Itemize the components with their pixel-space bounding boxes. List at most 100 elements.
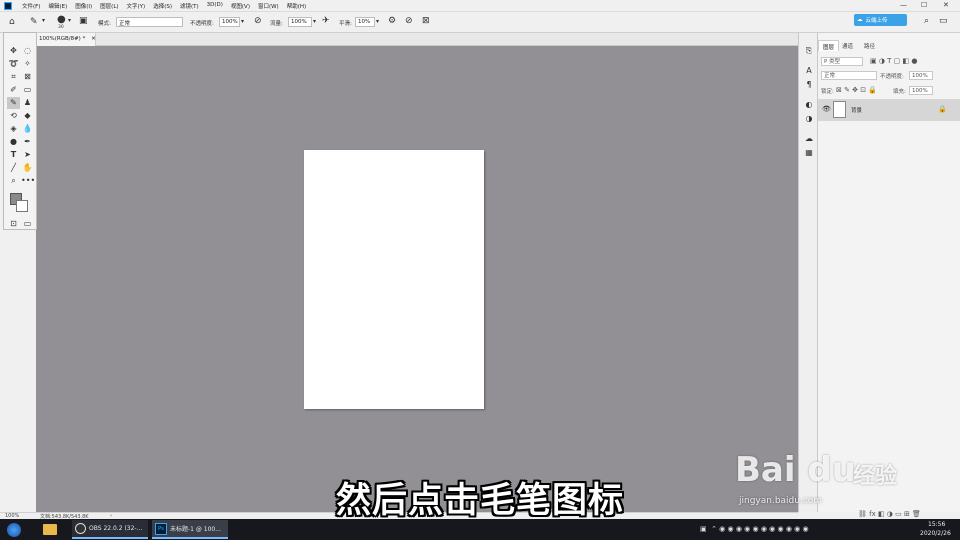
tab-paths[interactable]: 路径 bbox=[860, 40, 879, 51]
menu-help[interactable]: 帮助(H) bbox=[287, 2, 306, 10]
screen-mode-icon[interactable]: ▭ bbox=[21, 218, 34, 230]
menu-filter[interactable]: 滤镜(T) bbox=[180, 2, 199, 10]
frame-tool-icon[interactable]: ⊠ bbox=[21, 71, 34, 83]
brush-tool-icon[interactable]: ✎ bbox=[7, 97, 20, 109]
adjustments-panel-icon[interactable]: ◐ bbox=[803, 99, 815, 111]
gear-icon[interactable]: ⚙ bbox=[388, 16, 396, 26]
menu-select[interactable]: 选择(S) bbox=[153, 2, 172, 10]
layer-opacity-label: 不透明度: bbox=[880, 74, 904, 80]
history-brush-tool-icon[interactable]: ⟲ bbox=[7, 110, 20, 122]
lock-icons[interactable]: ⊠ ✎ ✥ ⊡ 🔒 bbox=[836, 86, 877, 94]
marquee-tool-icon[interactable]: ◌ bbox=[21, 45, 34, 57]
layer-opacity-input[interactable]: 100% bbox=[909, 71, 933, 80]
paragraph-panel-icon[interactable]: ¶ bbox=[803, 79, 815, 91]
symmetry-icon[interactable]: ⊠ bbox=[422, 16, 430, 26]
start-button[interactable] bbox=[4, 520, 24, 539]
menu-layer[interactable]: 图层(L) bbox=[100, 2, 118, 10]
cloud-upload-label: 云端上传 bbox=[865, 18, 888, 24]
menu-type[interactable]: 文字(Y) bbox=[127, 2, 146, 10]
path-select-tool-icon[interactable]: ➤ bbox=[21, 149, 34, 161]
brush-settings-icon[interactable]: ▣ bbox=[79, 16, 88, 26]
minimize-button[interactable]: — bbox=[900, 1, 907, 9]
eyedropper-tool-icon[interactable]: ✐ bbox=[7, 84, 20, 96]
maximize-button[interactable]: ☐ bbox=[921, 1, 927, 9]
taskbar-photoshop[interactable]: Ps 未标题-1 @ 100... bbox=[152, 520, 228, 539]
move-tool-icon[interactable]: ✥ bbox=[7, 45, 20, 57]
flow-input[interactable]: 100% bbox=[288, 17, 312, 27]
chevron-down-icon[interactable]: ▾ bbox=[241, 18, 244, 25]
filter-icons[interactable]: ▣ ◑ T ▢ ◧ ● bbox=[870, 57, 917, 65]
libraries-panel-icon[interactable]: ☁ bbox=[803, 133, 815, 145]
menu-bar: 文件(F) 编辑(E) 图像(I) 图层(L) 文字(Y) 选择(S) 滤镜(T… bbox=[0, 0, 960, 12]
lock-icon: 🔒 bbox=[938, 105, 947, 113]
swatches-panel-icon[interactable]: ▦ bbox=[803, 147, 815, 159]
close-window-button[interactable]: ✕ bbox=[943, 1, 949, 9]
quick-mask-icon[interactable]: ⊡ bbox=[7, 218, 20, 230]
tray-icons[interactable]: ▣ ⌃ ◉ ◉ ◉ ◉ ◉ ◉ ◉ ◉ ◉ ◉ ◉ bbox=[700, 525, 809, 533]
chevron-down-icon[interactable]: ▾ bbox=[42, 17, 45, 24]
patch-tool-icon[interactable]: ▭ bbox=[21, 84, 34, 96]
document-canvas[interactable] bbox=[304, 150, 484, 409]
opacity-input[interactable]: 100% bbox=[219, 17, 240, 27]
taskbar-photoshop-label: 未标题-1 @ 100... bbox=[170, 526, 221, 533]
windows-start-icon bbox=[7, 522, 21, 537]
watermark-url: jingyan.baidu.com bbox=[739, 496, 823, 506]
chevron-down-icon[interactable]: ▾ bbox=[376, 18, 379, 25]
color-panel-icon[interactable]: ◑ bbox=[803, 113, 815, 125]
home-icon[interactable]: ⌂ bbox=[9, 17, 15, 27]
tab-layers[interactable]: 图层 bbox=[818, 40, 840, 51]
mode-select[interactable]: 正常 bbox=[116, 17, 183, 27]
search-icon[interactable]: ⌕ bbox=[924, 16, 929, 26]
clock-time[interactable]: 15:56 bbox=[928, 521, 945, 528]
tab-channels[interactable]: 通道 bbox=[838, 40, 857, 51]
lasso-tool-icon[interactable]: ➰ bbox=[7, 58, 20, 70]
photoshop-logo-icon bbox=[4, 2, 12, 10]
fill-input[interactable]: 100% bbox=[909, 86, 933, 95]
type-tool-icon[interactable]: T bbox=[7, 149, 20, 161]
hand-tool-icon[interactable]: ✋ bbox=[21, 162, 34, 174]
file-explorer-button[interactable] bbox=[40, 520, 60, 539]
paint-bucket-tool-icon[interactable]: ◈ bbox=[7, 123, 20, 135]
taskbar-obs[interactable]: OBS 22.0.2 (32-... bbox=[72, 520, 148, 539]
menu-view[interactable]: 视图(V) bbox=[231, 2, 250, 10]
pen-tool-icon[interactable]: ✒ bbox=[21, 136, 34, 148]
magic-wand-tool-icon[interactable]: ✧ bbox=[21, 58, 34, 70]
workspace-icon[interactable]: ▭ bbox=[939, 16, 948, 26]
menu-file[interactable]: 文件(F) bbox=[22, 2, 40, 10]
menu-window[interactable]: 窗口(W) bbox=[258, 2, 279, 10]
history-panel-icon[interactable]: ⎘ bbox=[803, 45, 815, 57]
brush-tip-icon[interactable]: ● bbox=[57, 14, 66, 25]
cloud-icon: ☁ bbox=[857, 17, 863, 23]
lock-label: 锁定: bbox=[821, 89, 834, 95]
line-tool-icon[interactable]: ╱ bbox=[7, 162, 20, 174]
eraser-tool-icon[interactable]: ◆ bbox=[21, 110, 34, 122]
blur-tool-icon[interactable]: 💧 bbox=[21, 123, 34, 135]
brush-preset-icon[interactable]: ✎ bbox=[30, 17, 38, 27]
cloud-upload-button[interactable]: ☁ 云端上传 bbox=[854, 14, 907, 26]
layer-row[interactable]: 👁 背景 🔒 bbox=[818, 99, 960, 121]
dodge-tool-icon[interactable]: ● bbox=[7, 136, 20, 148]
menu-edit[interactable]: 编辑(E) bbox=[48, 2, 67, 10]
crop-tool-icon[interactable]: ⌗ bbox=[7, 71, 20, 83]
layer-kind-filter[interactable]: P 类型 bbox=[821, 57, 863, 66]
chevron-down-icon[interactable]: ▾ bbox=[313, 18, 316, 25]
airbrush-icon[interactable]: ✈ bbox=[322, 16, 330, 26]
zoom-tool-icon[interactable]: ⌕ bbox=[7, 175, 20, 187]
chevron-down-icon[interactable]: ▾ bbox=[68, 17, 71, 24]
pressure-size-icon[interactable]: ⊘ bbox=[405, 16, 413, 26]
document-tab[interactable]: 100%(RGB/8#) * ✕ bbox=[36, 33, 96, 46]
eye-icon[interactable]: 👁 bbox=[822, 105, 831, 113]
character-panel-icon[interactable]: A bbox=[803, 65, 815, 77]
stamp-tool-icon[interactable]: ♟ bbox=[21, 97, 34, 109]
smoothing-input[interactable]: 10% bbox=[355, 17, 375, 27]
flow-label: 流量: bbox=[270, 21, 283, 27]
close-icon[interactable]: ✕ bbox=[91, 36, 96, 42]
menu-3d[interactable]: 3D(D) bbox=[207, 2, 223, 10]
pressure-opacity-icon[interactable]: ⊘ bbox=[254, 16, 262, 26]
background-color-swatch[interactable] bbox=[16, 200, 28, 212]
brush-size-value: 30 bbox=[58, 25, 64, 30]
more-tools-icon[interactable]: ••• bbox=[21, 175, 35, 187]
blend-mode-select[interactable]: 正常 bbox=[821, 71, 877, 80]
clock-date[interactable]: 2020/2/26 bbox=[920, 530, 951, 537]
menu-image[interactable]: 图像(I) bbox=[75, 2, 92, 10]
